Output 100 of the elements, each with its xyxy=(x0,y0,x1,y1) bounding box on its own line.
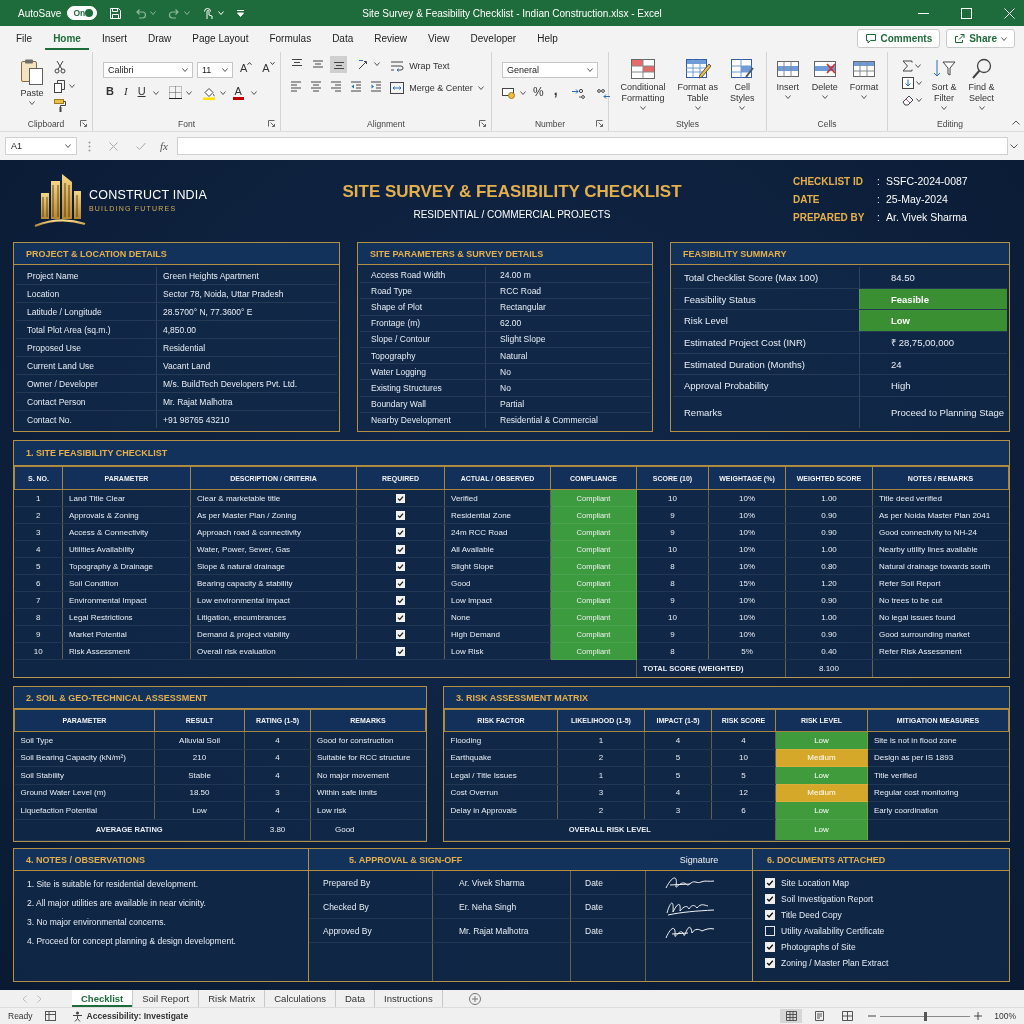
ribbon-tab[interactable]: Page Layout xyxy=(184,27,257,50)
fill-color-icon[interactable] xyxy=(201,85,216,100)
ribbon-tab[interactable]: Home xyxy=(45,27,89,50)
sheet-tab[interactable]: Soil Report xyxy=(133,990,200,1007)
format-painter-icon[interactable] xyxy=(53,97,67,112)
caret-icon[interactable] xyxy=(184,11,191,15)
accessibility-status[interactable]: Accessibility: Investigate xyxy=(86,1011,189,1021)
caret-icon[interactable] xyxy=(150,11,157,15)
checkbox-icon[interactable] xyxy=(396,510,405,520)
sheet-tab[interactable]: Checklist xyxy=(72,990,134,1007)
wrap-text-button[interactable]: Wrap Text xyxy=(390,59,484,72)
zoom-level[interactable]: 100% xyxy=(994,1011,1016,1021)
checkbox-icon[interactable] xyxy=(765,958,775,968)
dialog-launcher-icon[interactable] xyxy=(268,120,275,127)
close-icon[interactable] xyxy=(1004,7,1015,19)
conditional-formatting-button[interactable]: Conditional Formatting xyxy=(617,55,669,112)
checkbox-icon[interactable] xyxy=(765,910,775,920)
font-size-dropdown[interactable]: 11 xyxy=(197,61,233,78)
cell-mode-icon[interactable] xyxy=(44,1011,56,1021)
sheet-tab[interactable]: Data xyxy=(336,990,376,1007)
number-format-dropdown[interactable]: General xyxy=(502,61,598,78)
decrease-decimal-icon[interactable] xyxy=(595,86,611,99)
insert-function-button[interactable]: fx xyxy=(160,140,168,152)
percent-style-button[interactable]: % xyxy=(530,84,547,101)
checkbox-icon[interactable] xyxy=(396,629,405,639)
checkbox-icon[interactable] xyxy=(396,612,405,622)
more-options-icon[interactable] xyxy=(88,140,91,152)
checkbox-icon[interactable] xyxy=(396,544,405,554)
ribbon-tab[interactable]: Review xyxy=(366,27,416,50)
underline-button[interactable]: U xyxy=(134,84,149,101)
formula-input[interactable] xyxy=(176,137,1008,155)
insert-cells-button[interactable]: Insert xyxy=(772,55,803,101)
comments-button[interactable]: Comments xyxy=(856,29,941,49)
find-select-button[interactable]: Find & Select xyxy=(965,55,998,112)
checkbox-icon[interactable] xyxy=(396,646,405,656)
delete-cells-button[interactable]: Delete xyxy=(808,55,841,101)
name-box[interactable]: A1 xyxy=(5,137,77,155)
checkbox-icon[interactable] xyxy=(396,493,405,503)
caret-icon xyxy=(861,94,867,99)
comma-style-button[interactable]: , xyxy=(550,84,561,101)
ribbon-tab[interactable]: Formulas xyxy=(261,27,320,50)
italic-button[interactable]: I xyxy=(120,84,131,101)
accounting-format-icon[interactable] xyxy=(502,86,516,100)
add-sheet-icon[interactable] xyxy=(468,992,481,1005)
align-bottom-button[interactable] xyxy=(330,55,348,73)
grow-font-button[interactable]: A xyxy=(237,61,256,78)
checkbox-icon[interactable] xyxy=(765,878,775,888)
ribbon-tab[interactable]: Help xyxy=(529,27,566,50)
increase-decimal-icon[interactable] xyxy=(570,86,586,99)
save-icon[interactable] xyxy=(109,6,123,20)
shrink-font-button[interactable]: A xyxy=(259,61,278,78)
maximize-icon[interactable] xyxy=(961,7,972,19)
expand-formula-bar-icon[interactable] xyxy=(1010,143,1018,149)
copy-icon[interactable] xyxy=(53,78,67,93)
normal-view-button[interactable] xyxy=(780,1009,803,1023)
eraser-icon[interactable] xyxy=(902,93,915,106)
bold-button[interactable]: B xyxy=(103,84,117,101)
checkbox-icon[interactable] xyxy=(396,578,405,588)
table-cell: 3 xyxy=(644,801,712,819)
decrease-indent-icon[interactable] xyxy=(350,79,363,92)
touch-mode-icon[interactable] xyxy=(202,6,216,20)
zoom-in-icon[interactable] xyxy=(974,1012,983,1020)
autosum-icon[interactable] xyxy=(902,59,914,72)
sheet-tab[interactable]: Instructions xyxy=(375,990,443,1007)
ribbon-tab[interactable]: Data xyxy=(324,27,362,50)
autosave-toggle[interactable]: On xyxy=(67,6,98,20)
undo-icon[interactable] xyxy=(134,6,148,20)
font-name-dropdown[interactable]: Calibri xyxy=(103,61,193,78)
scissors-icon[interactable] xyxy=(53,59,67,74)
borders-icon[interactable] xyxy=(168,86,182,100)
ribbon-tab[interactable]: Draw xyxy=(139,27,180,50)
ribbon-tab[interactable]: File xyxy=(8,27,41,50)
checkbox-icon[interactable] xyxy=(396,595,405,605)
accessibility-icon[interactable] xyxy=(71,1010,83,1022)
checkbox-icon[interactable] xyxy=(396,561,405,571)
sheet-tab[interactable]: Risk Matrix xyxy=(199,990,266,1007)
ribbon-tab[interactable]: Insert xyxy=(93,27,135,50)
format-as-table-button[interactable]: Format as Table xyxy=(674,55,721,112)
paste-button[interactable]: Paste xyxy=(17,55,47,107)
dialog-launcher-icon[interactable] xyxy=(80,120,87,127)
cell-styles-button[interactable]: Cell Styles xyxy=(727,55,758,112)
increase-indent-icon[interactable] xyxy=(370,79,383,92)
sort-filter-button[interactable]: Sort & Filter xyxy=(928,55,960,112)
checkbox-icon[interactable] xyxy=(765,926,775,936)
checkbox-icon[interactable] xyxy=(765,894,775,904)
dialog-launcher-icon[interactable] xyxy=(479,120,486,127)
ribbon-tab[interactable]: Developer xyxy=(462,27,525,50)
dialog-launcher-icon[interactable] xyxy=(596,120,603,127)
collapse-ribbon-icon[interactable] xyxy=(1012,120,1020,125)
checkbox-icon[interactable] xyxy=(396,527,405,537)
format-cells-button[interactable]: Format xyxy=(846,55,882,101)
zoom-slider-thumb[interactable] xyxy=(924,1011,928,1021)
fill-down-icon[interactable] xyxy=(902,76,915,89)
ribbon-tab[interactable]: View xyxy=(420,27,458,50)
font-color-button[interactable]: A xyxy=(229,84,247,101)
share-button[interactable]: Share xyxy=(946,29,1015,49)
sheet-tab[interactable]: Calculations xyxy=(265,990,336,1007)
customize-toolbar-icon[interactable] xyxy=(236,8,246,18)
merge-center-button[interactable]: Merge & Center xyxy=(390,81,484,94)
checkbox-icon[interactable] xyxy=(765,942,775,952)
